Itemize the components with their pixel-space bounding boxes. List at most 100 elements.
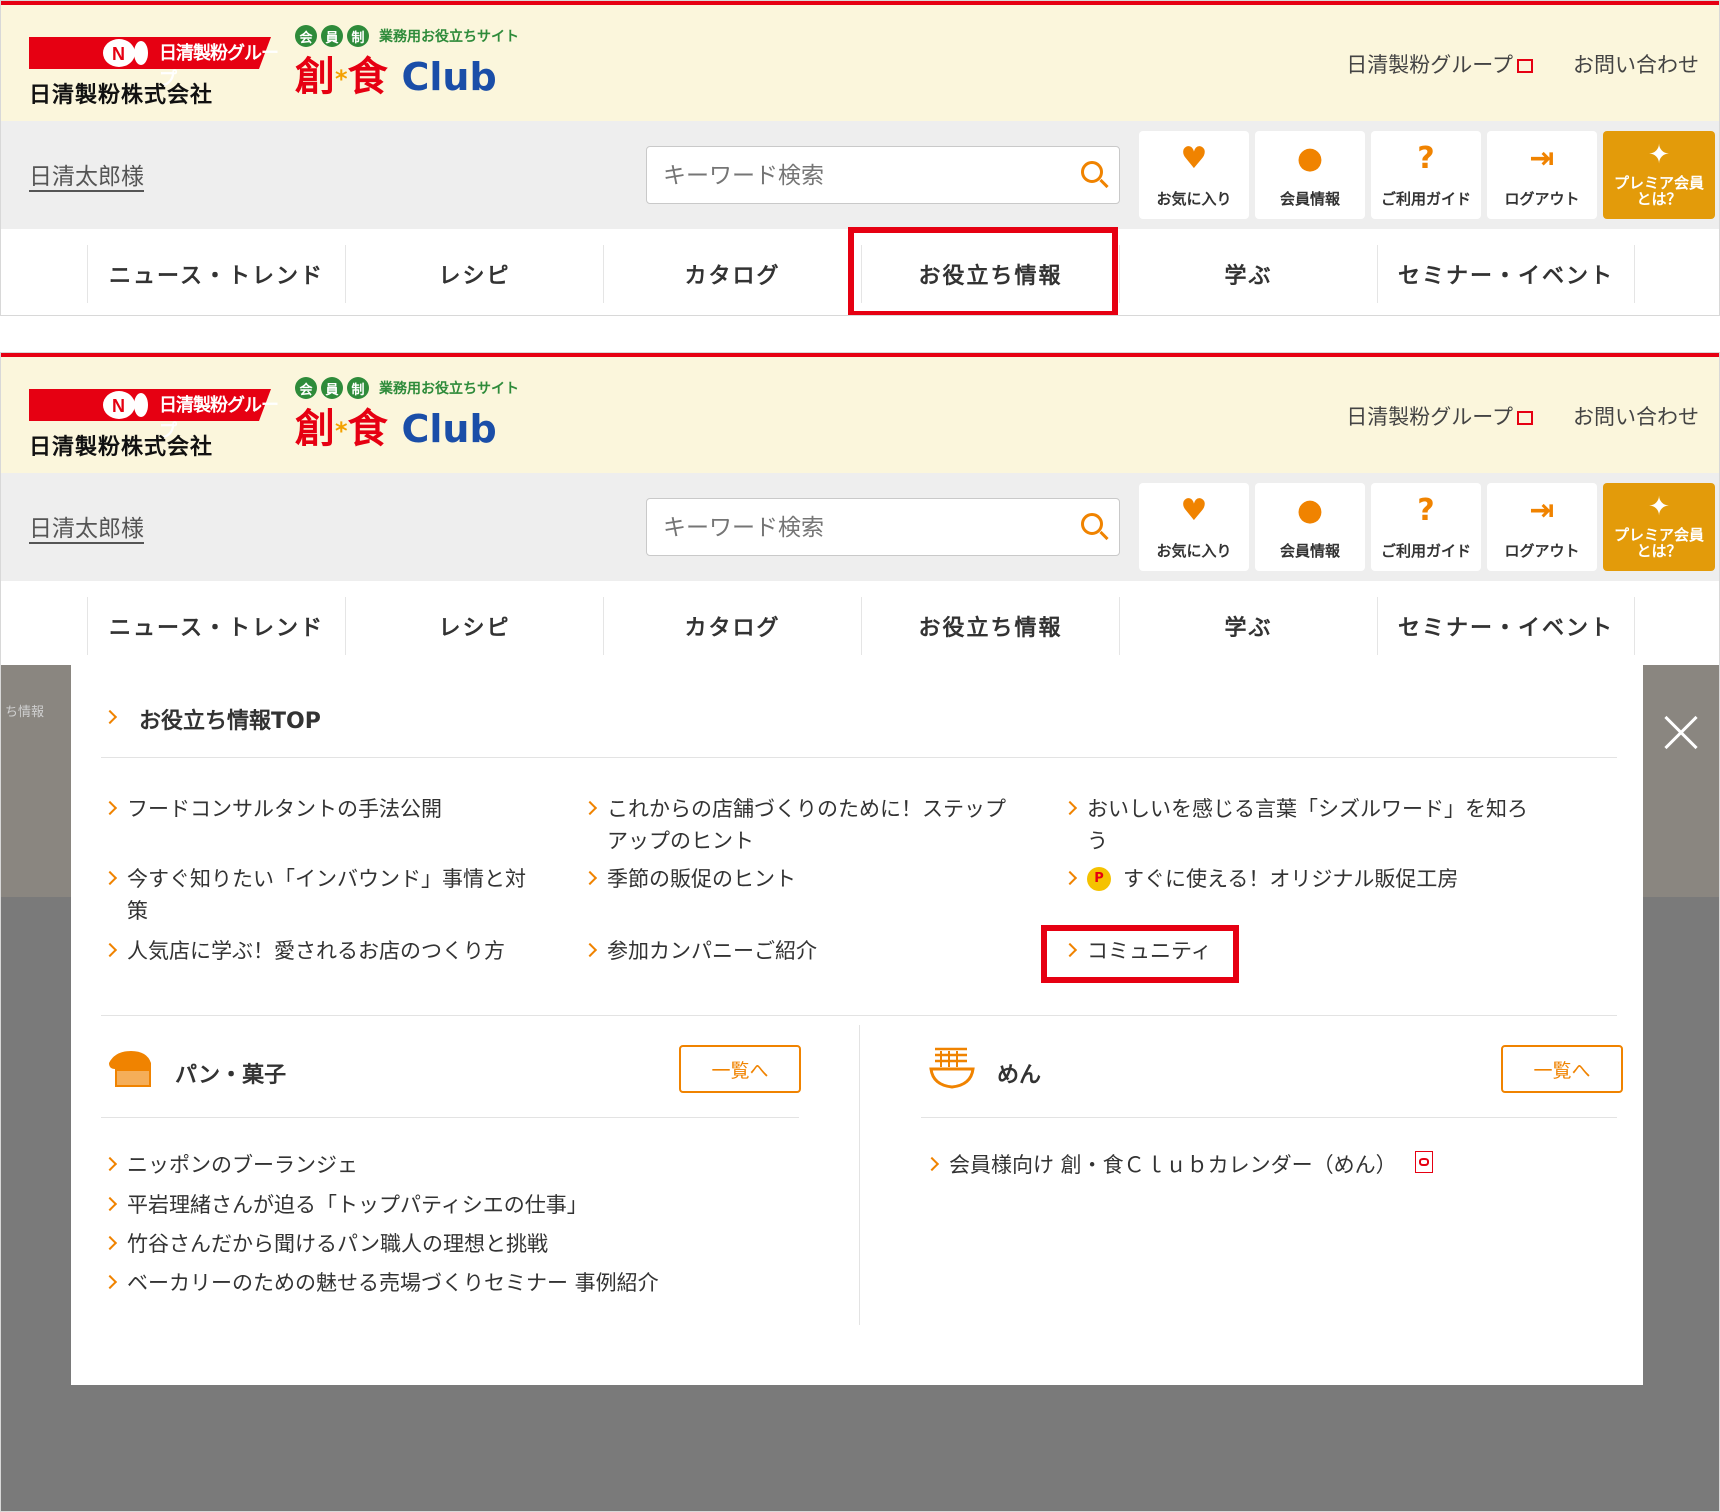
person-icon: ●: [1296, 493, 1324, 528]
contact-link[interactable]: お問い合わせ: [1573, 401, 1699, 431]
chevron-right-icon: [102, 800, 118, 816]
site-subtitle: 業務用お役立ちサイト: [379, 29, 519, 45]
premium-p-icon: P: [1087, 867, 1111, 891]
chevron-right-icon: [102, 1196, 118, 1212]
nav-useful-info[interactable]: お役立ち情報: [861, 245, 1119, 303]
company-logo[interactable]: N 日清製粉グループ 日清製粉株式会社: [29, 33, 279, 108]
member-info-button[interactable]: ● 会員情報: [1255, 131, 1365, 219]
guide-button[interactable]: ? ご利用ガイド: [1371, 131, 1481, 219]
nav-catalog[interactable]: カタログ: [603, 597, 861, 655]
member-badge: 会: [295, 25, 317, 47]
divider: [101, 757, 1617, 758]
site-logo[interactable]: 会 員 制 業務用お役立ちサイト 創*食 Club: [295, 25, 535, 115]
menu-link[interactable]: 参加カンパニーご紹介: [582, 935, 1025, 967]
search-icon[interactable]: [1081, 513, 1103, 535]
chevron-right-icon: [1062, 800, 1078, 816]
member-badge: 制: [347, 25, 369, 47]
group-link[interactable]: 日清製粉グループ: [1346, 401, 1533, 431]
chevron-right-icon: [924, 1156, 940, 1172]
chevron-right-icon: [1062, 870, 1078, 886]
external-link-icon: [1517, 59, 1533, 73]
account-buttons: ♥ お気に入り ● 会員情報 ? ご利用ガイド ⇥ ログアウト ✦ プレミア会員 とは？: [1139, 483, 1715, 571]
favorites-button[interactable]: ♥ お気に入り: [1139, 483, 1249, 571]
search-input[interactable]: [661, 147, 1065, 205]
menu-link[interactable]: フードコンサルタントの手法公開: [102, 793, 545, 825]
group-link[interactable]: 日清製粉グループ: [1346, 49, 1533, 79]
community-link[interactable]: コミュニティ: [1062, 935, 1285, 967]
contact-link[interactable]: お問い合わせ: [1573, 49, 1699, 79]
nav-seminar-event[interactable]: セミナー・イベント: [1377, 597, 1635, 655]
company-logo[interactable]: N 日清製粉グループ 日清製粉株式会社: [29, 385, 279, 460]
site-name: 創*食 Club: [295, 54, 497, 100]
chevron-right-icon: [582, 800, 598, 816]
bread-icon: [109, 1051, 151, 1087]
menu-link[interactable]: 今すぐ知りたい「インバウンド」事情と対策: [102, 863, 545, 927]
nav-recipe[interactable]: レシピ: [345, 597, 603, 655]
nav-catalog[interactable]: カタログ: [603, 245, 861, 303]
logout-button[interactable]: ⇥ ログアウト: [1487, 483, 1597, 571]
member-badge: 員: [321, 25, 343, 47]
guide-button[interactable]: ? ご利用ガイド: [1371, 483, 1481, 571]
member-badge: 制: [347, 377, 369, 399]
menu-link[interactable]: 人気店に学ぶ！愛されるお店のつくり方: [102, 935, 545, 967]
noodle-bowl-icon: [929, 1047, 975, 1089]
bread-link[interactable]: 平岩理緒さんが迫る「トップパティシエの仕事」: [102, 1189, 588, 1221]
nav-news-trend[interactable]: ニュース・トレンド: [87, 245, 345, 303]
bread-link[interactable]: ニッポンのブーランジェ: [102, 1149, 358, 1181]
question-icon: ?: [1417, 493, 1435, 528]
member-info-button[interactable]: ● 会員情報: [1255, 483, 1365, 571]
nav-learn[interactable]: 学ぶ: [1119, 597, 1377, 655]
username-link[interactable]: 日清太郎様: [29, 509, 144, 543]
site-name: 創*食 Club: [295, 406, 497, 452]
useful-info-top-link[interactable]: お役立ち情報TOP: [102, 703, 321, 735]
search-input[interactable]: [661, 499, 1065, 557]
category-separator: [859, 1025, 860, 1325]
search-box: [646, 498, 1120, 557]
nav-recipe[interactable]: レシピ: [345, 245, 603, 303]
chevron-right-icon: [102, 942, 118, 958]
person-icon: ●: [1296, 141, 1324, 176]
logout-icon: ⇥: [1529, 493, 1555, 528]
divider: [101, 1117, 799, 1118]
site-logo[interactable]: 会 員 制 業務用お役立ちサイト 創*食 Club: [295, 377, 535, 467]
logout-button[interactable]: ⇥ ログアウト: [1487, 131, 1597, 219]
header-links: 日清製粉グループ お問い合わせ: [1346, 401, 1699, 431]
background-breadcrumb: ち情報: [5, 705, 45, 720]
menu-link[interactable]: これからの店舗づくりのために！ステップアップのヒント: [582, 793, 1025, 857]
bread-link[interactable]: ベーカリーのための魅せる売場づくりセミナー 事例紹介: [102, 1267, 659, 1299]
premium-button[interactable]: ✦ プレミア会員 とは？: [1603, 483, 1715, 571]
chevron-right-icon: [582, 942, 598, 958]
logout-icon: ⇥: [1529, 141, 1555, 176]
bread-link[interactable]: 竹谷さんだから聞けるパン職人の理想と挑戦: [102, 1228, 548, 1260]
close-icon[interactable]: [1663, 715, 1699, 751]
nav-learn[interactable]: 学ぶ: [1119, 245, 1377, 303]
menu-link[interactable]: P すぐに使える！オリジナル販促工房: [1062, 863, 1535, 895]
search-icon[interactable]: [1081, 161, 1103, 183]
chevron-right-icon: [102, 709, 118, 725]
company-name: 日清製粉株式会社: [29, 83, 214, 108]
nav-seminar-event[interactable]: セミナー・イベント: [1377, 245, 1635, 303]
chevron-right-icon: [102, 870, 118, 886]
screenshot-bottom: N 日清製粉グループ 日清製粉株式会社 会 員 制 業務用お役立ちサイト 創*食…: [0, 352, 1720, 1512]
nav-useful-info[interactable]: お役立ち情報: [861, 597, 1119, 671]
chevron-right-icon: [102, 1156, 118, 1172]
bread-list-button[interactable]: 一覧へ: [679, 1045, 801, 1093]
mega-menu-panel: お役立ち情報TOP フードコンサルタントの手法公開 これからの店舗づくりのために…: [71, 665, 1643, 1385]
category-title: パン・菓子: [175, 1063, 287, 1088]
question-icon: ?: [1417, 141, 1435, 176]
noodles-link[interactable]: 会員様向け 創・食Ｃｌｕｂカレンダー（めん）: [924, 1149, 1433, 1181]
premium-button[interactable]: ✦ プレミア会員 とは？: [1603, 131, 1715, 219]
favorites-button[interactable]: ♥ お気に入り: [1139, 131, 1249, 219]
screenshot-top: N 日清製粉グループ 日清製粉株式会社 会 員 制 業務用お役立ちサイト 創*食…: [0, 0, 1720, 316]
account-buttons: ♥ お気に入り ● 会員情報 ? ご利用ガイド ⇥ ログアウト ✦ プレミア会員 とは？: [1139, 131, 1715, 219]
menu-link[interactable]: おいしいを感じる言葉「シズルワード」を知ろう: [1062, 793, 1535, 857]
nav-news-trend[interactable]: ニュース・トレンド: [87, 597, 345, 655]
site-header: N 日清製粉グループ 日清製粉株式会社 会 員 制 業務用お役立ちサイト 創*食…: [1, 1, 1719, 121]
sparkle-icon: ✦: [1648, 492, 1670, 522]
category-bread: パン・菓子 一覧へ: [105, 1045, 805, 1105]
menu-link[interactable]: 季節の販促のヒント: [582, 863, 1025, 895]
member-badge: 会: [295, 377, 317, 399]
username-link[interactable]: 日清太郎様: [29, 157, 144, 191]
noodles-list-button[interactable]: 一覧へ: [1501, 1045, 1623, 1093]
global-nav: ニュース・トレンド レシピ カタログ お役立ち情報 学ぶ セミナー・イベント: [1, 581, 1719, 671]
